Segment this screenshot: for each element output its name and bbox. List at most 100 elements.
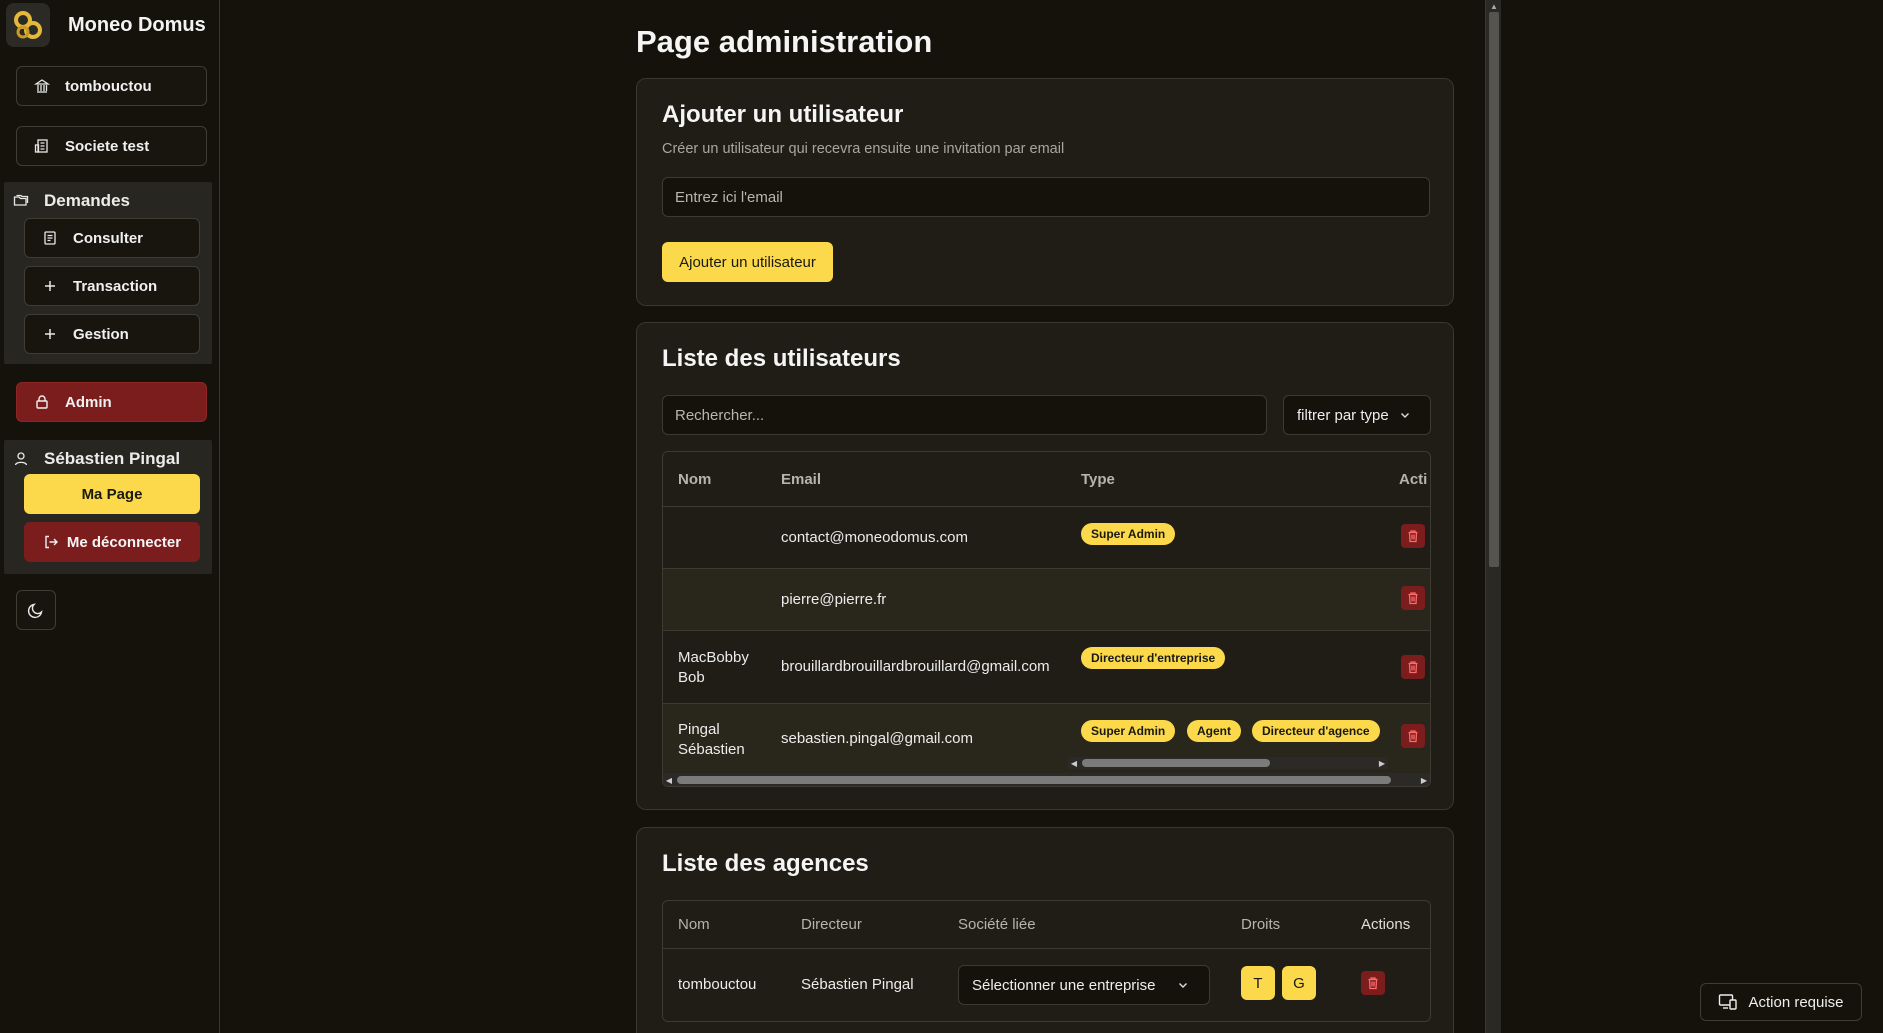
- delete-agency-button[interactable]: [1361, 971, 1385, 995]
- action-required-button[interactable]: Action requise: [1700, 983, 1862, 1021]
- user-header: Sébastien Pingal: [4, 440, 212, 478]
- user-name: Pingal Sébastien: [678, 721, 745, 758]
- user-email: brouillardbrouillardbrouillard@gmail.com: [781, 658, 1050, 675]
- lock-icon: [33, 393, 51, 411]
- transaction-button[interactable]: Transaction: [24, 266, 200, 306]
- email-input[interactable]: [662, 177, 1430, 217]
- demandes-title: Demandes: [44, 191, 130, 210]
- add-user-card: Ajouter un utilisateur Créer un utilisat…: [636, 78, 1454, 306]
- add-user-title: Ajouter un utilisateur: [662, 101, 904, 128]
- logout-label: Me déconnecter: [66, 533, 182, 551]
- column-header-email: Email: [781, 471, 822, 488]
- admin-label: Admin: [65, 393, 112, 411]
- scroll-icon: [41, 229, 59, 247]
- gestion-button[interactable]: Gestion: [24, 314, 200, 354]
- theme-toggle-button[interactable]: [16, 590, 56, 630]
- trash-icon: [1406, 729, 1420, 743]
- delete-user-button[interactable]: [1401, 724, 1425, 748]
- users-table: Nom Email Type Acti contact@moneodomus.c…: [662, 451, 1431, 787]
- agencies-card: Liste des agences Nom Directeur Société …: [636, 827, 1454, 1033]
- table-row: Pingal Sébastien sebastien.pingal@gmail.c…: [663, 704, 1430, 773]
- column-header-name: Nom: [678, 916, 710, 933]
- table-row: pierre@pierre.fr: [663, 569, 1430, 631]
- sidebar: Moneo Domus tombouctou Societe test Dema…: [0, 0, 220, 1033]
- column-header-director: Directeur: [801, 916, 862, 933]
- trash-icon: [1406, 529, 1420, 543]
- agency-director: Sébastien Pingal: [801, 976, 914, 993]
- app-name: Moneo Domus: [68, 13, 206, 36]
- right-toggle-g[interactable]: G: [1282, 966, 1316, 1000]
- users-title: Liste des utilisateurs: [662, 345, 901, 372]
- type-cell-scrollbar[interactable]: ◀ ▶: [1068, 757, 1388, 769]
- logout-button[interactable]: Me déconnecter: [24, 522, 200, 562]
- user-email: pierre@pierre.fr: [781, 591, 887, 608]
- type-filter-select[interactable]: filtrer par type: [1283, 395, 1431, 435]
- company-select-label: Sélectionner une entreprise: [972, 976, 1156, 994]
- agencies-table-header: Nom Directeur Société liée Droits Action…: [663, 901, 1430, 949]
- trash-icon: [1406, 660, 1420, 674]
- logout-icon: [43, 534, 59, 550]
- trash-icon: [1406, 591, 1420, 605]
- type-badge: Directeur d'entreprise: [1081, 647, 1226, 669]
- brand[interactable]: Moneo Domus: [0, 0, 219, 50]
- company-label: Societe test: [65, 137, 150, 155]
- table-row: tombouctou Sébastien Pingal Sélectionner…: [663, 949, 1430, 1021]
- agencies-table: Nom Directeur Société liée Droits Action…: [662, 900, 1431, 1022]
- user-name: MacBobby Bob: [678, 649, 749, 686]
- type-badge: Super Admin: [1081, 523, 1176, 545]
- user-email: sebastien.pingal@gmail.com: [781, 730, 973, 747]
- column-header-name: Nom: [678, 471, 712, 488]
- column-header-rights: Droits: [1241, 916, 1281, 933]
- type-filter-label: filtrer par type: [1297, 406, 1389, 424]
- users-table-header: Nom Email Type Acti: [663, 452, 1430, 507]
- table-row: MacBobby Bob brouillardbrouillardbrouilla…: [663, 631, 1430, 704]
- moon-icon: [27, 601, 45, 619]
- page-scrollbar[interactable]: ▲: [1485, 0, 1501, 1033]
- agency-name: tombouctou: [678, 976, 757, 993]
- type-badge: Agent: [1187, 720, 1241, 742]
- devices-icon: [1718, 993, 1738, 1011]
- user-email: contact@moneodomus.com: [781, 529, 968, 546]
- gestion-label: Gestion: [73, 325, 129, 343]
- delete-user-button[interactable]: [1401, 655, 1425, 679]
- delete-user-button[interactable]: [1401, 524, 1425, 548]
- column-header-type: Type: [1081, 471, 1115, 488]
- type-badge: Super Admin: [1081, 720, 1176, 742]
- column-header-actions: Acti: [1399, 471, 1428, 488]
- building-icon: [33, 137, 51, 155]
- users-card: Liste des utilisateurs filtrer par type …: [636, 322, 1454, 810]
- demandes-group: Demandes Consulter Transaction Gestion: [4, 182, 212, 364]
- user-name: Sébastien Pingal: [44, 449, 181, 468]
- users-table-scrollbar[interactable]: ◀ ▶: [663, 773, 1430, 786]
- logo-icon: [6, 3, 50, 47]
- page-title: Page administration: [636, 24, 933, 59]
- plus-icon: [41, 325, 59, 343]
- chevron-down-icon: [1177, 979, 1189, 991]
- delete-user-button[interactable]: [1401, 586, 1425, 610]
- chevron-down-icon: [1399, 409, 1411, 421]
- add-user-subtitle: Créer un utilisateur qui recevra ensuite…: [662, 141, 1065, 157]
- agency-label: tombouctou: [65, 77, 152, 95]
- consulter-button[interactable]: Consulter: [24, 218, 200, 258]
- bank-icon: [33, 77, 51, 95]
- right-toggle-t[interactable]: T: [1241, 966, 1275, 1000]
- agencies-title: Liste des agences: [662, 850, 869, 877]
- search-input[interactable]: [662, 395, 1267, 435]
- my-page-button[interactable]: Ma Page: [24, 474, 200, 514]
- column-header-company: Société liée: [958, 916, 1036, 933]
- folders-icon: [12, 192, 30, 210]
- trash-icon: [1366, 976, 1380, 990]
- consulter-label: Consulter: [73, 229, 144, 247]
- company-select[interactable]: Sélectionner une entreprise: [958, 965, 1210, 1005]
- admin-button[interactable]: Admin: [16, 382, 207, 422]
- user-icon: [12, 450, 30, 468]
- company-button[interactable]: Societe test: [16, 126, 207, 166]
- demandes-header[interactable]: Demandes: [4, 182, 212, 220]
- agency-button[interactable]: tombouctou: [16, 66, 207, 106]
- action-required-label: Action requise: [1748, 993, 1844, 1011]
- type-badge: Directeur d'agence: [1252, 720, 1380, 742]
- transaction-label: Transaction: [73, 277, 158, 295]
- column-header-actions: Actions: [1361, 916, 1411, 933]
- main-content: Page administration Ajouter un utilisate…: [221, 0, 1485, 1033]
- add-user-button[interactable]: Ajouter un utilisateur: [662, 242, 833, 282]
